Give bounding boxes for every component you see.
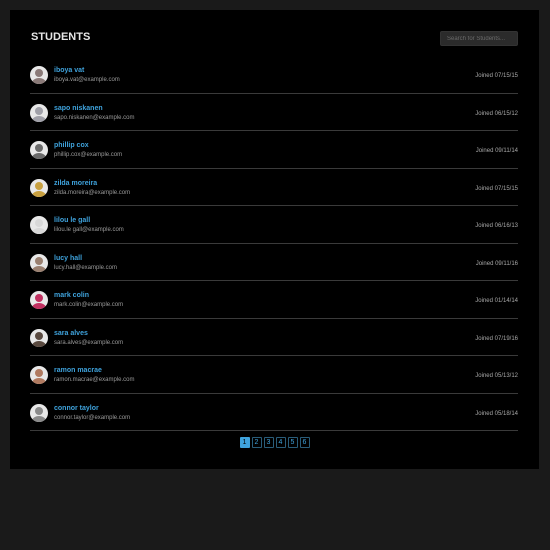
- student-email: ramon.macrae@example.com: [54, 377, 135, 383]
- joined-date: Joined 07/15/15: [475, 73, 518, 79]
- page-button-5[interactable]: 5: [287, 437, 298, 448]
- joined-date: Joined 05/18/14: [475, 410, 518, 417]
- list-item[interactable]: zilda moreira zilda.moreira@example.com Jo…: [30, 169, 518, 206]
- joined-date: Joined 09/11/14: [475, 148, 518, 154]
- joined-date: Joined 07/19/16: [475, 335, 518, 342]
- joined-date: Joined 01/14/14: [475, 298, 518, 304]
- students-list: iboya vat iboya.vat@example.com Joined 07/…: [30, 56, 518, 431]
- student-email: iboya.vat@example.com: [54, 77, 120, 83]
- avatar: [30, 66, 48, 84]
- student-email: connor.taylor@example.com: [54, 414, 131, 421]
- pagination: 123456: [10, 437, 539, 448]
- page-button-1[interactable]: 1: [239, 437, 250, 448]
- students-panel: STUDENTS iboya vat iboya.vat@example.com J…: [10, 10, 539, 469]
- search-input[interactable]: [440, 31, 518, 46]
- avatar: [30, 291, 48, 309]
- list-item[interactable]: phillip cox phillip.cox@example.com Joined…: [30, 131, 518, 169]
- student-name[interactable]: lucy hall: [54, 255, 82, 263]
- joined-date: Joined 06/15/12: [475, 110, 518, 117]
- joined-date: Joined 06/16/13: [475, 223, 518, 229]
- avatar: [30, 328, 48, 347]
- avatar: [30, 216, 48, 234]
- student-name[interactable]: connor taylor: [54, 405, 99, 413]
- list-item[interactable]: sapo niskanen sapo.niskanen@example.com Jo…: [30, 94, 518, 131]
- student-email: sara.alves@example.com: [54, 339, 124, 346]
- avatar: [30, 253, 48, 272]
- list-item[interactable]: connor taylor connor.taylor@example.com Jo…: [30, 394, 518, 431]
- student-name[interactable]: phillip cox: [54, 142, 89, 150]
- page-button-3[interactable]: 3: [263, 437, 274, 448]
- list-item[interactable]: ramon macrae ramon.macrae@example.com Join…: [30, 356, 518, 394]
- student-name[interactable]: ramon macrae: [54, 367, 102, 375]
- student-email: mark.colin@example.com: [54, 302, 124, 308]
- avatar: [30, 103, 48, 122]
- list-item[interactable]: sara alves sara.alves@example.com Joined 0…: [30, 319, 518, 356]
- student-name[interactable]: sara alves: [54, 330, 88, 338]
- student-name[interactable]: lilou le gall: [54, 217, 90, 225]
- panel-header: STUDENTS: [30, 30, 518, 50]
- joined-date: Joined 05/13/12: [475, 373, 518, 379]
- student-name[interactable]: mark colin: [54, 292, 89, 300]
- avatar: [30, 141, 48, 159]
- joined-date: Joined 07/15/15: [475, 185, 518, 192]
- student-email: sapo.niskanen@example.com: [54, 114, 135, 121]
- student-email: lucy.hall@example.com: [54, 264, 118, 271]
- student-name[interactable]: iboya vat: [54, 67, 84, 75]
- list-item[interactable]: mark colin mark.colin@example.com Joined 0…: [30, 281, 518, 319]
- student-email: lilou.le gall@example.com: [54, 227, 124, 233]
- student-email: zilda.moreira@example.com: [54, 189, 131, 196]
- page-button-6[interactable]: 6: [299, 437, 310, 448]
- page-title: STUDENTS: [31, 31, 91, 43]
- student-name[interactable]: zilda moreira: [54, 180, 97, 188]
- list-item[interactable]: iboya vat iboya.vat@example.com Joined 07/…: [30, 56, 518, 94]
- avatar: [30, 366, 48, 384]
- joined-date: Joined 09/11/16: [475, 260, 518, 267]
- list-item[interactable]: lilou le gall lilou.le gall@example.com Jo…: [30, 206, 518, 244]
- avatar: [30, 178, 48, 197]
- avatar: [30, 403, 48, 422]
- student-email: phillip.cox@example.com: [54, 152, 123, 158]
- page-button-2[interactable]: 2: [251, 437, 262, 448]
- student-name[interactable]: sapo niskanen: [54, 105, 103, 113]
- page-button-4[interactable]: 4: [275, 437, 286, 448]
- list-item[interactable]: lucy hall lucy.hall@example.com Joined 09/…: [30, 244, 518, 281]
